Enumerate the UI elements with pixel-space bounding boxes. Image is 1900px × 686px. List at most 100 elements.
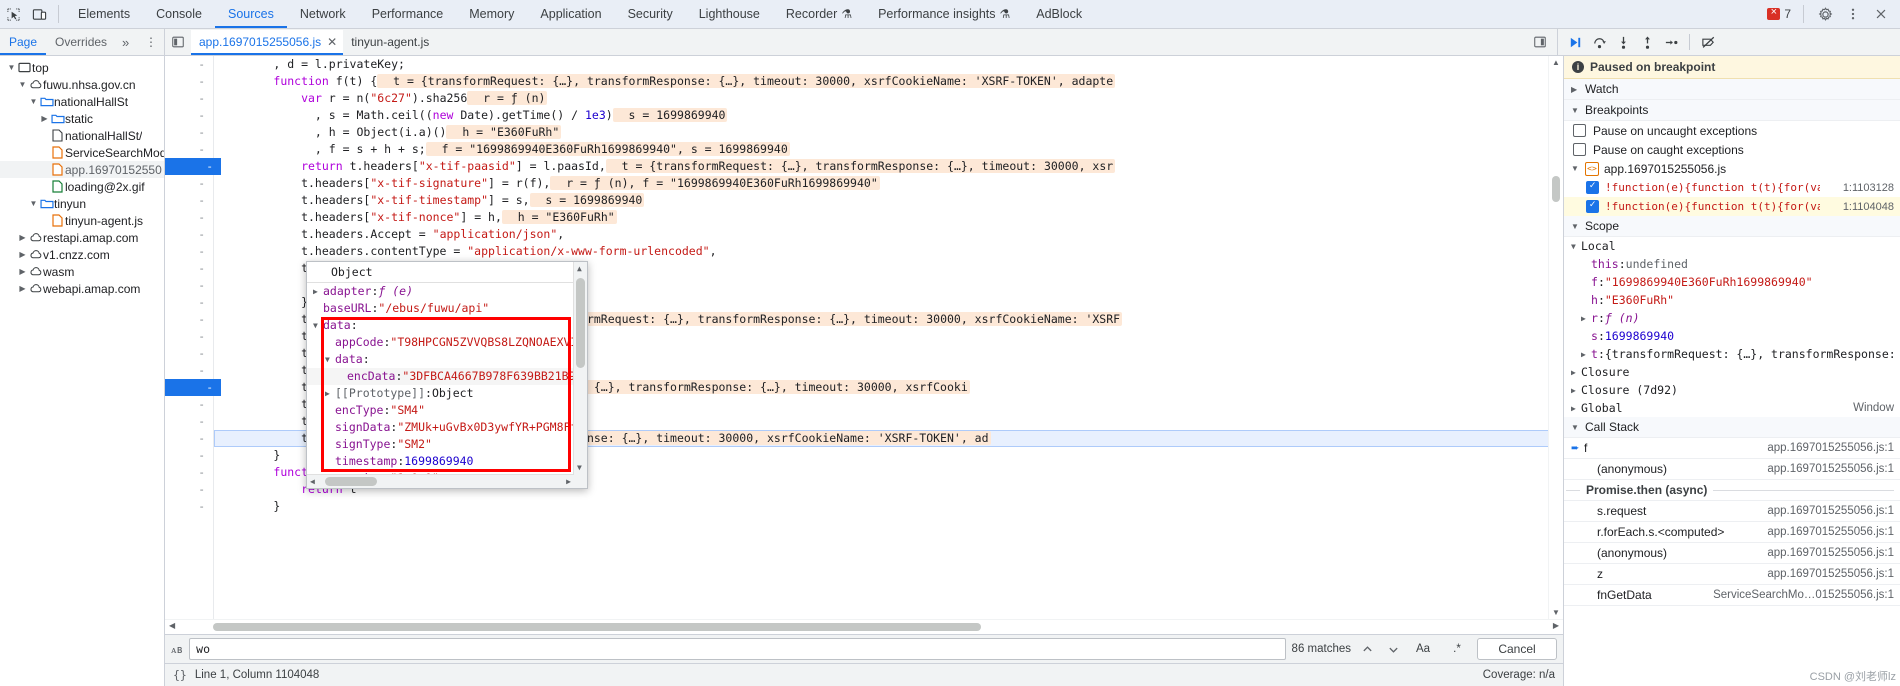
panel-tab-adblock[interactable]: AdBlock [1023, 0, 1095, 28]
callstack-row[interactable]: ➨ f app.1697015255056.js:1 [1564, 438, 1900, 459]
panel-tab-application[interactable]: Application [527, 0, 614, 28]
tree-item[interactable]: ▶tinyun-agent.js [0, 212, 164, 229]
search-next-button[interactable] [1383, 639, 1403, 659]
split-panel-icon[interactable] [165, 35, 191, 49]
tree-item[interactable]: ▼ fuwu.nhsa.gov.cn [0, 76, 164, 93]
tree-item[interactable]: ▼ nationalHallSt [0, 93, 164, 110]
line-number[interactable]: - [165, 260, 213, 277]
gear-icon[interactable] [1812, 1, 1838, 27]
property-row[interactable]: ▶encType: "SM4" [307, 402, 587, 419]
code-line[interactable]: return t.headers["x-tif-paasid"] = l.paa… [214, 158, 1563, 175]
tree-item[interactable]: ▶app.16970152550 [0, 161, 164, 178]
code-line[interactable]: , s = Math.ceil((new Date).getTime() / 1… [214, 107, 1563, 124]
scroll-right-icon[interactable]: ▶ [1553, 621, 1559, 630]
property-row[interactable]: ▶timestamp: 1699869940 [307, 453, 587, 470]
scope-row[interactable]: ▶ t: {transformRequest: {…}, transformRes… [1564, 345, 1900, 363]
chevron-down-icon[interactable]: ▼ [6, 63, 17, 72]
checkbox[interactable] [1586, 179, 1599, 194]
property-row[interactable]: ▶signData: "ZMUk+uGvBx0D3ywfYR+PGM8Ff [307, 419, 587, 436]
tree-item[interactable]: ▼ top [0, 59, 164, 76]
line-number[interactable]: - [165, 362, 213, 379]
chevron-down-icon[interactable]: ▼ [313, 317, 323, 334]
line-number[interactable]: - [165, 294, 213, 311]
step-out-button[interactable] [1636, 31, 1658, 53]
property-row[interactable]: ▶[[Prototype]]: Object [307, 385, 587, 402]
show-navigator-icon[interactable] [1527, 29, 1553, 55]
line-number[interactable]: - [165, 413, 213, 430]
code-line[interactable]: , h = Object(i.a)() h = "E360FuRh" [214, 124, 1563, 141]
breakpoint-row[interactable]: !function(e){function t(t){for(var n,i,o… [1564, 178, 1900, 197]
popup-horizontal-scrollbar[interactable]: ◀ ▶ [307, 474, 574, 488]
line-number[interactable]: - [165, 73, 213, 90]
chevron-down-icon[interactable]: ▼ [17, 80, 28, 89]
scope-row[interactable]: ▶ r: ƒ (n) [1564, 309, 1900, 327]
line-number[interactable]: - [165, 158, 221, 175]
tree-item[interactable]: ▶ wasm [0, 263, 164, 280]
line-number[interactable]: - [165, 396, 213, 413]
chevron-right-icon[interactable]: ▶ [1571, 368, 1581, 377]
resume-button[interactable] [1564, 31, 1586, 53]
editor-vertical-scrollbar[interactable]: ▲ ▼ [1548, 56, 1563, 619]
chevron-right-icon[interactable]: ▶ [1581, 350, 1591, 359]
chevron-right-icon[interactable]: ▶ [1571, 404, 1581, 413]
line-number[interactable]: - [165, 481, 213, 498]
pause-caught-row[interactable]: Pause on caught exceptions [1564, 140, 1900, 159]
scroll-right-icon[interactable]: ▶ [566, 477, 571, 486]
scope-row[interactable]: ▶ Closure (7d92) [1564, 381, 1900, 399]
line-number[interactable]: - [165, 90, 213, 107]
property-row[interactable]: ▶baseURL: "/ebus/fuwu/api" [307, 300, 587, 317]
line-number[interactable]: - [165, 464, 213, 481]
code-line[interactable]: , d = l.privateKey; [214, 56, 1563, 73]
property-row[interactable]: ▶encData: "3DFBCA4667B978F639BB21B95 [307, 368, 587, 385]
tree-item[interactable]: ▶ webapi.amap.com [0, 280, 164, 297]
line-number[interactable]: - [165, 379, 221, 396]
scroll-down-icon[interactable]: ▼ [577, 463, 582, 472]
chevron-right-icon[interactable]: ▶ [17, 233, 28, 242]
scope-row[interactable]: ▶ Global Window [1564, 399, 1900, 417]
chevron-right-icon[interactable]: ▶ [17, 250, 28, 259]
line-number[interactable]: - [165, 124, 213, 141]
callstack-row[interactable]: z app.1697015255056.js:1 [1564, 564, 1900, 585]
search-cancel-button[interactable]: Cancel [1477, 638, 1557, 660]
scroll-left-icon[interactable]: ◀ [310, 477, 315, 486]
chevron-right-icon[interactable]: ▶ [325, 385, 335, 402]
more-options-icon[interactable] [1840, 1, 1866, 27]
object-preview-popup[interactable]: Object ▶adapter: ƒ (e)▶baseURL: "/ebus/f… [306, 261, 588, 489]
step-into-button[interactable] [1612, 31, 1634, 53]
chevron-down-icon[interactable]: ▼ [28, 199, 39, 208]
deactivate-breakpoints-icon[interactable] [1697, 31, 1719, 53]
device-toolbar-icon[interactable] [26, 1, 52, 27]
line-number-gutter[interactable]: --------------------------- [165, 56, 221, 619]
scope-row[interactable]: ▶s: 1699869940 [1564, 327, 1900, 345]
editor-hscroll-thumb[interactable] [213, 623, 981, 631]
code-line[interactable]: var r = n("6c27").sha256 r = ƒ (n) [214, 90, 1563, 107]
chevron-right-icon[interactable]: ▶ [17, 284, 28, 293]
property-row[interactable]: ▶appCode: "T98HPCGN5ZVVQBS8LZQNOAEXVI9 [307, 334, 587, 351]
scope-row[interactable]: ▶h: "E360FuRh" [1564, 291, 1900, 309]
line-number[interactable]: - [165, 56, 213, 73]
line-number[interactable]: - [165, 430, 213, 447]
step-over-button[interactable] [1588, 31, 1610, 53]
navigator-more-tabs-icon[interactable]: » [116, 30, 135, 55]
error-count-badge[interactable]: 7 [1763, 5, 1795, 21]
panel-tab-elements[interactable]: Elements [65, 0, 143, 28]
chevron-down-icon[interactable]: ▼ [28, 97, 39, 106]
step-button[interactable] [1660, 31, 1682, 53]
scroll-down-icon[interactable]: ▼ [1549, 608, 1563, 617]
scope-section-header[interactable]: ▼ Scope [1564, 216, 1900, 237]
scope-row[interactable]: ▶f: "1699869940E360FuRh1699869940" [1564, 273, 1900, 291]
editor-tab-app-js[interactable]: app.1697015255056.js ✕ [191, 29, 344, 55]
match-case-toggle[interactable]: Aa [1409, 639, 1437, 659]
scroll-up-icon[interactable]: ▲ [577, 264, 582, 273]
panel-tab-performance[interactable]: Performance [359, 0, 457, 28]
line-number[interactable]: - [165, 498, 213, 515]
regex-toggle[interactable]: .* [1443, 639, 1471, 659]
callstack-section-header[interactable]: ▼ Call Stack [1564, 417, 1900, 438]
panel-tab-security[interactable]: Security [615, 0, 686, 28]
callstack-row[interactable]: s.request app.1697015255056.js:1 [1564, 501, 1900, 522]
tree-item[interactable]: ▶ v1.cnzz.com [0, 246, 164, 263]
chevron-right-icon[interactable]: ▶ [39, 114, 50, 123]
checkbox[interactable] [1573, 124, 1586, 137]
code-line[interactable]: } [214, 498, 1563, 515]
close-icon[interactable]: ✕ [327, 35, 337, 49]
